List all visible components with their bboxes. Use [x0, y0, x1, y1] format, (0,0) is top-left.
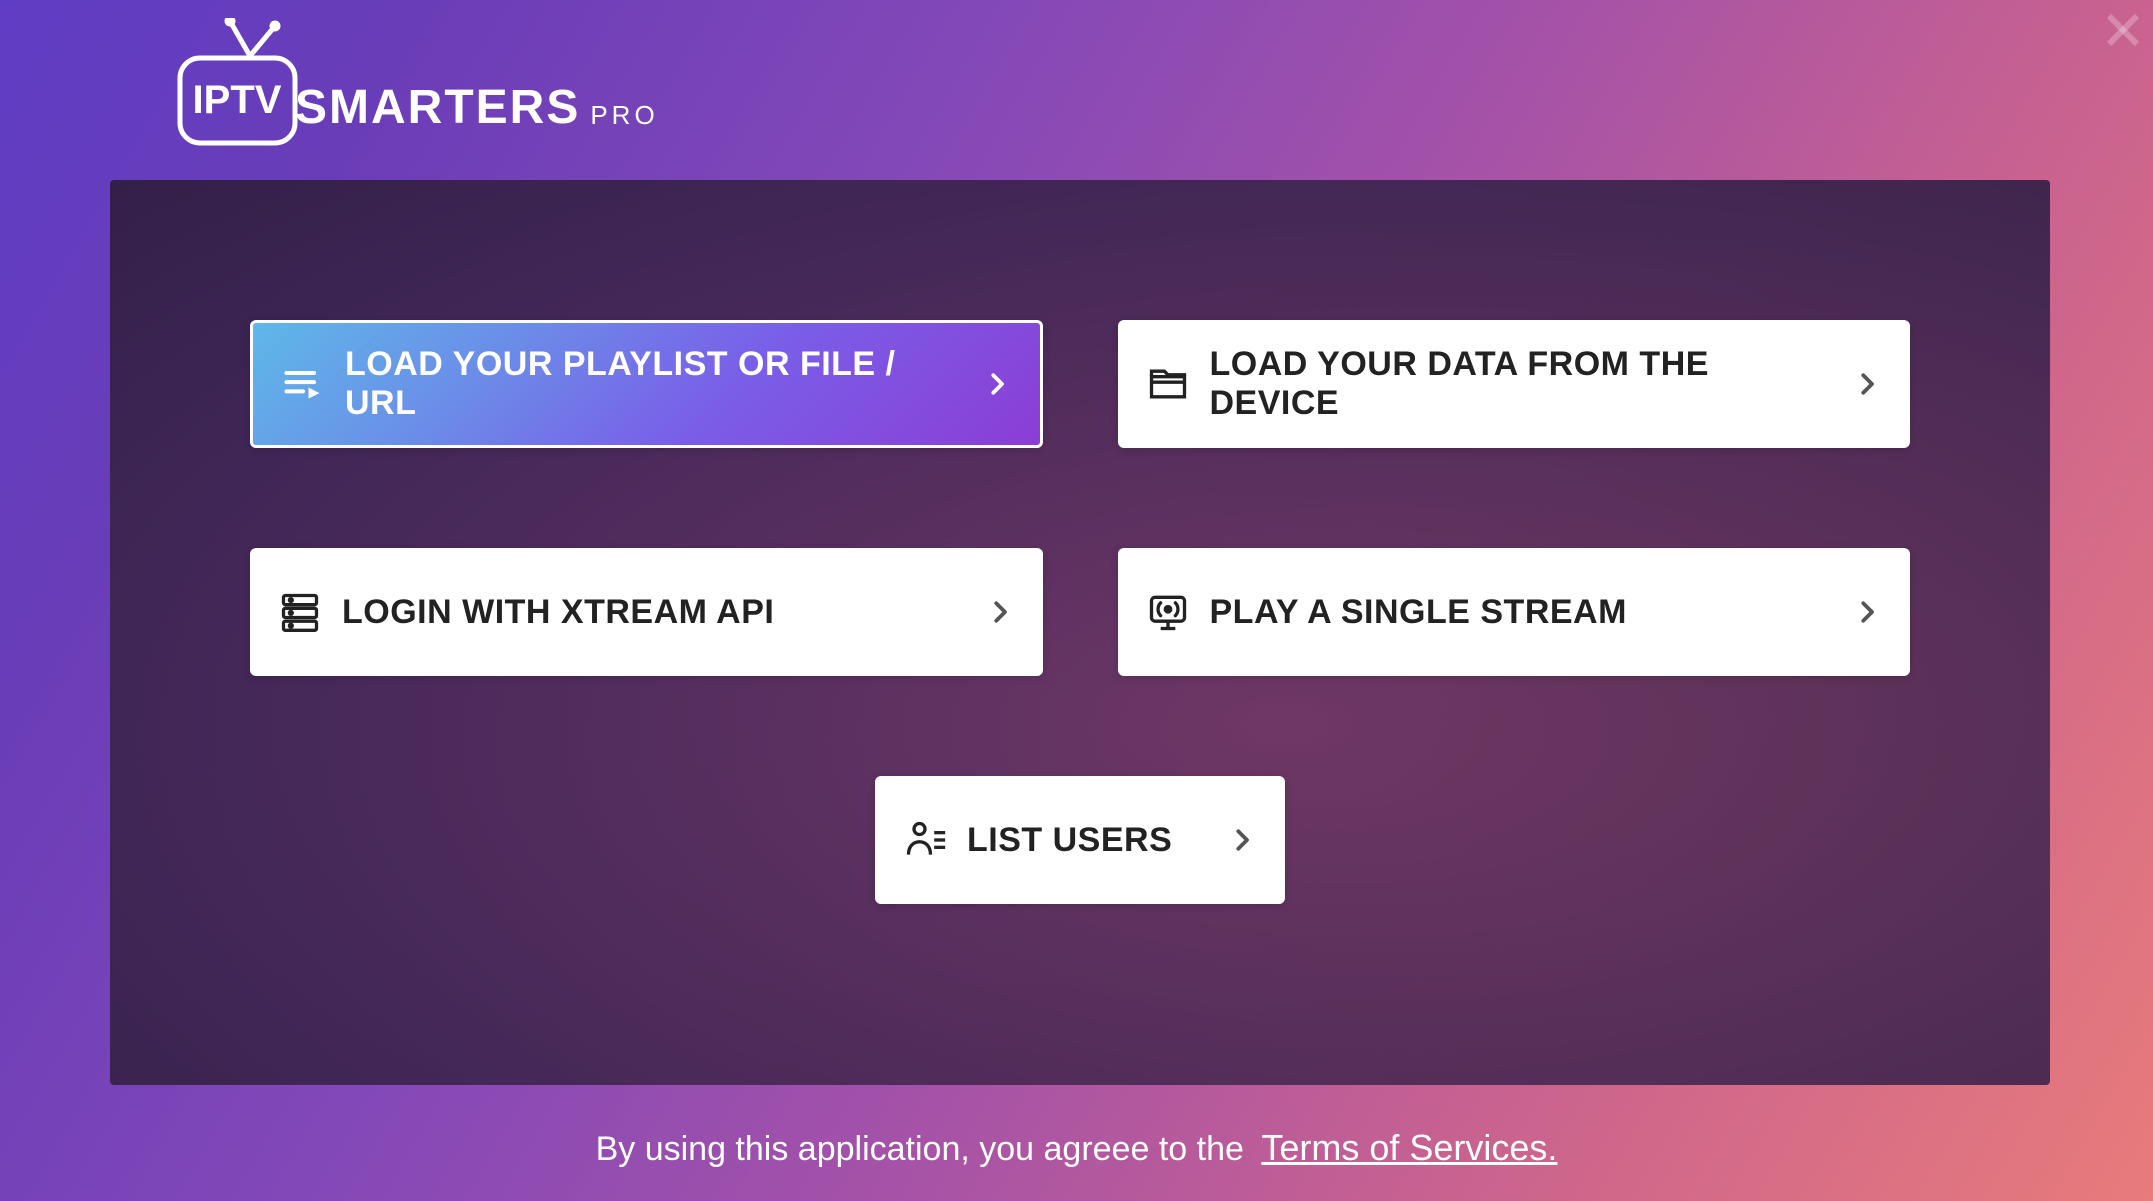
chevron-right-icon	[985, 597, 1015, 627]
option-grid: LOAD YOUR PLAYLIST OR FILE / URL LOAD YO…	[250, 320, 1910, 676]
list-users-button[interactable]: LIST USERS	[875, 776, 1285, 904]
logo-pro-text: PRO	[590, 100, 658, 131]
logo-iptv-text: IPTV	[193, 78, 282, 122]
broadcast-icon	[1146, 590, 1190, 634]
load-playlist-label: LOAD YOUR PLAYLIST OR FILE / URL	[345, 345, 962, 423]
xtream-login-label: LOGIN WITH XTREAM API	[342, 593, 965, 632]
users-icon	[903, 818, 947, 862]
single-stream-label: PLAY A SINGLE STREAM	[1210, 593, 1833, 632]
xtream-login-button[interactable]: LOGIN WITH XTREAM API	[250, 548, 1043, 676]
load-device-button[interactable]: LOAD YOUR DATA FROM THE DEVICE	[1118, 320, 1911, 448]
footer: By using this application, you agreee to…	[0, 1127, 2153, 1169]
chevron-right-icon	[982, 369, 1012, 399]
center-row: LIST USERS	[250, 776, 1910, 904]
terms-link[interactable]: Terms of Services.	[1261, 1127, 1557, 1168]
chevron-right-icon	[1852, 597, 1882, 627]
load-device-label: LOAD YOUR DATA FROM THE DEVICE	[1210, 345, 1833, 423]
close-icon[interactable]	[2093, 0, 2153, 60]
server-icon	[278, 590, 322, 634]
folder-icon	[1146, 362, 1190, 406]
load-playlist-button[interactable]: LOAD YOUR PLAYLIST OR FILE / URL	[250, 320, 1043, 448]
playlist-icon	[281, 362, 325, 406]
list-users-label: LIST USERS	[967, 821, 1207, 860]
chevron-right-icon	[1852, 369, 1882, 399]
footer-text: By using this application, you agreee to…	[596, 1130, 1244, 1168]
app-logo: IPTV SMARTERS PRO	[175, 18, 659, 153]
tv-icon: IPTV	[175, 18, 300, 153]
logo-main-text: SMARTERS	[295, 80, 580, 135]
chevron-right-icon	[1227, 825, 1257, 855]
single-stream-button[interactable]: PLAY A SINGLE STREAM	[1118, 548, 1911, 676]
main-panel: LOAD YOUR PLAYLIST OR FILE / URL LOAD YO…	[110, 180, 2050, 1085]
